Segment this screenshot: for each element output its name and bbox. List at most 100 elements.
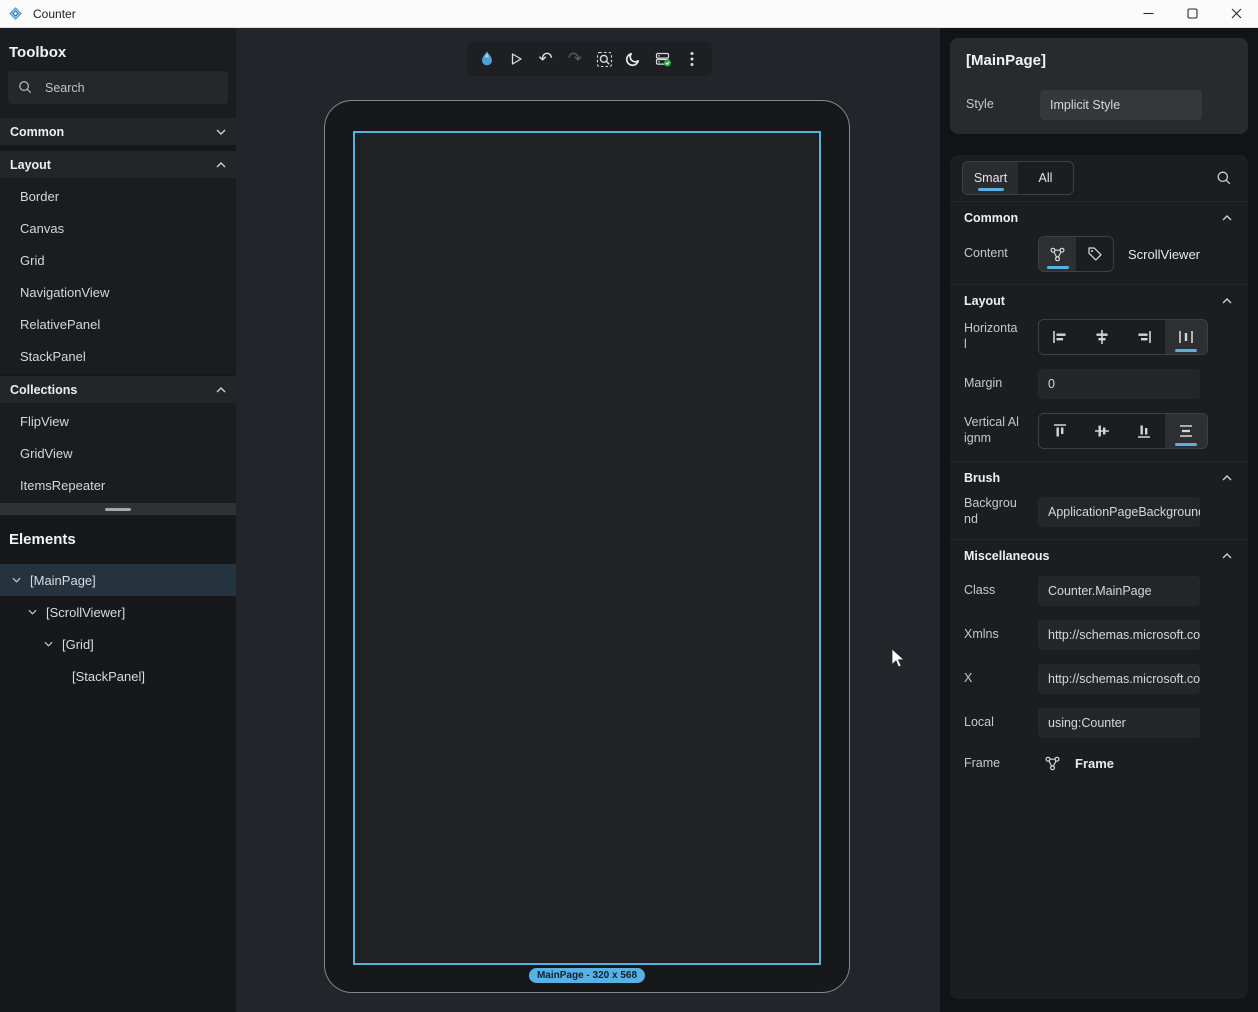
- close-button[interactable]: [1214, 0, 1258, 27]
- property-view-tabs: Smart All: [962, 161, 1074, 195]
- section-layout: Layout Horizontal: [950, 284, 1248, 461]
- zoom-selection-icon[interactable]: [591, 46, 617, 72]
- toolbox-item-relativepanel[interactable]: RelativePanel: [0, 308, 236, 340]
- tab-label: Smart: [974, 171, 1007, 185]
- toolbox-item-grid[interactable]: Grid: [0, 244, 236, 276]
- content-mode-toggle: [1038, 236, 1114, 272]
- element-icon: [1044, 755, 1061, 772]
- app-logo-icon: [8, 6, 23, 21]
- active-toggle-indicator: [1047, 266, 1069, 269]
- elements-panel: Elements [MainPage] [ScrollViewer]: [0, 515, 236, 1012]
- toolbox-item-canvas[interactable]: Canvas: [0, 212, 236, 244]
- tab-smart[interactable]: Smart: [963, 162, 1018, 194]
- margin-input[interactable]: 0: [1038, 369, 1200, 399]
- elements-title: Elements: [0, 515, 236, 558]
- xmlns-input[interactable]: http://schemas.microsoft.com: [1038, 620, 1200, 650]
- align-center-horizontal-button[interactable]: [1081, 320, 1123, 354]
- section-title: Brush: [964, 471, 1000, 485]
- xmlns-label: Xmlns: [964, 627, 1020, 643]
- toolbox-item-navigationview[interactable]: NavigationView: [0, 276, 236, 308]
- design-toolbar: ↶ ↷: [467, 42, 712, 76]
- page-size-badge: MainPage - 320 x 568: [529, 968, 645, 983]
- tree-node-label: [StackPanel]: [72, 669, 145, 684]
- mainpage-design-surface[interactable]: [353, 131, 821, 965]
- toolbox-title: Toolbox: [0, 28, 236, 71]
- toolbox-item-itemsrepeater[interactable]: ItemsRepeater: [0, 469, 236, 501]
- align-left-button[interactable]: [1039, 320, 1081, 354]
- style-input[interactable]: Implicit Style: [1040, 90, 1202, 120]
- x-namespace-input[interactable]: http://schemas.microsoft.com: [1038, 664, 1200, 694]
- frame-label: Frame: [964, 756, 1020, 772]
- chevron-up-icon[interactable]: [1222, 475, 1232, 481]
- toolbox-section-layout[interactable]: Layout: [0, 151, 236, 178]
- align-right-button[interactable]: [1123, 320, 1165, 354]
- align-bottom-button[interactable]: [1123, 414, 1165, 448]
- search-icon: [18, 80, 33, 95]
- section-title: Miscellaneous: [964, 549, 1049, 563]
- properties-panel: [MainPage] Style Implicit Style Smart Al…: [940, 28, 1258, 1012]
- minimize-button[interactable]: [1126, 0, 1170, 27]
- content-tag-mode-button[interactable]: [1076, 237, 1113, 271]
- chevron-down-icon[interactable]: [40, 641, 56, 647]
- undo-icon[interactable]: ↶: [533, 46, 559, 72]
- content-element-mode-button[interactable]: [1039, 237, 1076, 271]
- hot-reload-flame-icon[interactable]: [474, 46, 500, 72]
- redo-icon[interactable]: ↷: [562, 46, 588, 72]
- toolbox-section-collections[interactable]: Collections: [0, 376, 236, 403]
- tree-node-stackpanel[interactable]: [StackPanel]: [0, 660, 236, 692]
- selected-element-card: [MainPage] Style Implicit Style: [950, 38, 1248, 134]
- horizontal-alignment-group: [1038, 319, 1208, 355]
- more-options-icon[interactable]: [679, 46, 705, 72]
- element-icon: [1049, 246, 1066, 263]
- toolbox-item-border[interactable]: Border: [0, 180, 236, 212]
- toolbox-item-flipview[interactable]: FlipView: [0, 405, 236, 437]
- properties-search-icon[interactable]: [1216, 170, 1232, 186]
- device-frame: MainPage - 320 x 568: [324, 100, 850, 993]
- local-input[interactable]: using:Counter: [1038, 708, 1200, 738]
- tree-node-scrollviewer[interactable]: [ScrollViewer]: [0, 596, 236, 628]
- chevron-down-icon: [216, 129, 226, 135]
- horizontal-alignment-label: Horizontal: [964, 321, 1020, 352]
- style-label: Style: [966, 97, 1022, 113]
- local-label: Local: [964, 715, 1020, 731]
- align-stretch-vertical-button[interactable]: [1165, 414, 1207, 448]
- play-icon[interactable]: [503, 46, 529, 72]
- background-label: Background: [964, 496, 1020, 527]
- vertical-alignment-label: Vertical Alignm: [964, 415, 1020, 446]
- class-label: Class: [964, 583, 1020, 599]
- toolbox-section-common[interactable]: Common: [0, 118, 236, 145]
- section-title: Common: [964, 211, 1018, 225]
- background-input[interactable]: ApplicationPageBackground: [1038, 497, 1200, 527]
- search-placeholder: Search: [45, 81, 85, 95]
- toolbox-search-input[interactable]: Search: [8, 71, 228, 104]
- tab-all[interactable]: All: [1018, 162, 1073, 194]
- maximize-button[interactable]: [1170, 0, 1214, 27]
- frame-value[interactable]: Frame: [1075, 756, 1114, 771]
- section-title: Layout: [964, 294, 1005, 308]
- theme-moon-icon[interactable]: [620, 46, 646, 72]
- panel-resize-handle[interactable]: [0, 503, 236, 515]
- tree-node-mainpage[interactable]: [MainPage]: [0, 564, 236, 596]
- server-status-icon[interactable]: [650, 46, 676, 72]
- tree-node-grid[interactable]: [Grid]: [0, 628, 236, 660]
- section-label: Collections: [10, 383, 77, 397]
- class-input[interactable]: Counter.MainPage: [1038, 576, 1200, 606]
- toolbox-item-gridview[interactable]: GridView: [0, 437, 236, 469]
- align-stretch-horizontal-button[interactable]: [1165, 320, 1207, 354]
- chevron-up-icon[interactable]: [1222, 298, 1232, 304]
- section-label: Layout: [10, 158, 51, 172]
- content-label: Content: [964, 246, 1020, 262]
- section-common: Common Content: [950, 201, 1248, 284]
- chevron-up-icon[interactable]: [1222, 215, 1232, 221]
- chevron-down-icon[interactable]: [8, 577, 24, 583]
- section-miscellaneous: Miscellaneous Class Counter.MainPage Xml…: [950, 539, 1248, 779]
- chevron-down-icon[interactable]: [24, 609, 40, 615]
- align-top-button[interactable]: [1039, 414, 1081, 448]
- align-center-vertical-button[interactable]: [1081, 414, 1123, 448]
- design-canvas[interactable]: ↶ ↷ MainPage - 320 x 568: [236, 28, 940, 1012]
- toolbox-item-stackpanel[interactable]: StackPanel: [0, 340, 236, 372]
- chevron-up-icon[interactable]: [1222, 553, 1232, 559]
- tab-label: All: [1039, 171, 1053, 185]
- window-title: Counter: [33, 7, 76, 21]
- title-bar: Counter: [0, 0, 1258, 28]
